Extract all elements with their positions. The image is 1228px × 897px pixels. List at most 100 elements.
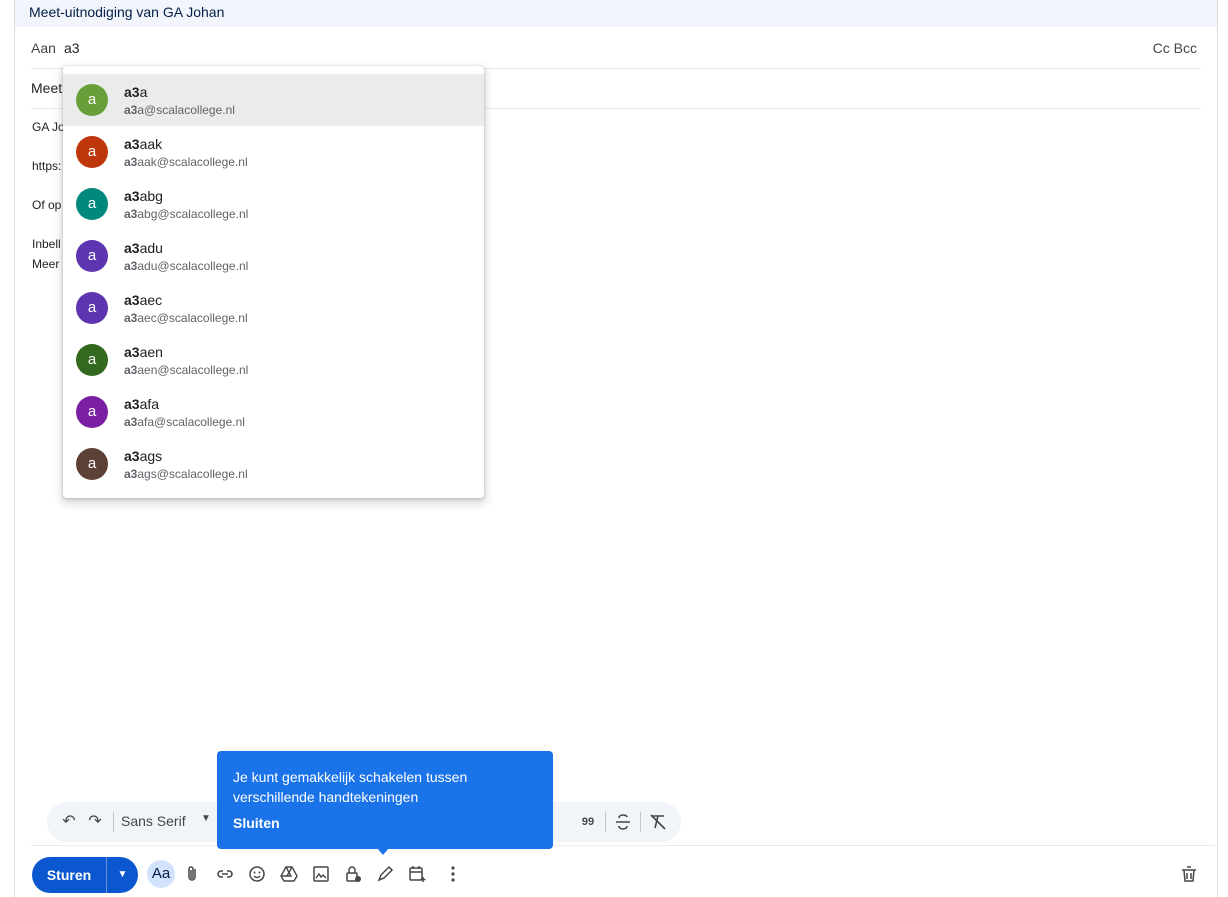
- image-icon[interactable]: [311, 864, 331, 884]
- send-button[interactable]: Sturen: [32, 857, 106, 893]
- suggestion-item[interactable]: a a3a a3a@scalacollege.nl: [63, 74, 484, 126]
- name-rest: abg: [139, 188, 163, 204]
- name-match: a3: [124, 136, 140, 152]
- suggestion-email: a3adu@scalacollege.nl: [124, 259, 248, 273]
- avatar: a: [76, 396, 108, 428]
- avatar: a: [76, 136, 108, 168]
- body-line: https:: [32, 159, 62, 173]
- avatar: a: [76, 84, 108, 116]
- toolbar-divider: [113, 812, 114, 832]
- avatar: a: [76, 240, 108, 272]
- email-rest: adu@scalacollege.nl: [137, 259, 249, 273]
- avatar: a: [76, 292, 108, 324]
- suggestion-name: a3ags: [124, 448, 162, 464]
- undo-icon[interactable]: ↶: [59, 812, 79, 832]
- more-options-icon[interactable]: [443, 864, 463, 884]
- signature-tooltip: Je kunt gemakkelijk schakelen tussen ver…: [217, 751, 553, 855]
- chevron-down-icon[interactable]: ▼: [201, 813, 211, 824]
- suggestion-item[interactable]: a a3ags a3ags@scalacollege.nl: [63, 438, 484, 490]
- toolbar-divider-line: [31, 845, 1215, 846]
- trash-icon[interactable]: [1179, 864, 1199, 884]
- schedule-event-icon[interactable]: [407, 864, 427, 884]
- email-match: a3: [124, 103, 138, 117]
- email-rest: afa@scalacollege.nl: [137, 415, 245, 429]
- name-rest: ags: [139, 448, 163, 464]
- recipients-row[interactable]: Aan a3 Cc Bcc: [31, 28, 1201, 69]
- body-line: GA Jo: [32, 120, 65, 134]
- compose-titlebar[interactable]: Meet-uitnodiging van GA Johan: [15, 0, 1217, 27]
- suggestion-name: a3a: [124, 84, 147, 100]
- email-match: a3: [124, 415, 138, 429]
- name-rest: a: [139, 84, 148, 100]
- name-rest: aec: [139, 292, 163, 308]
- suggestion-email: a3aec@scalacollege.nl: [124, 311, 248, 325]
- email-match: a3: [124, 259, 138, 273]
- email-rest: aen@scalacollege.nl: [137, 363, 249, 377]
- to-label: Aan: [31, 40, 56, 56]
- suggestion-name: a3aak: [124, 136, 162, 152]
- email-match: a3: [124, 363, 138, 377]
- avatar: a: [76, 448, 108, 480]
- suggestion-name: a3afa: [124, 396, 159, 412]
- toolbar-divider: [605, 812, 606, 832]
- email-rest: aak@scalacollege.nl: [137, 155, 248, 169]
- name-match: a3: [124, 84, 140, 100]
- redo-icon[interactable]: ↷: [85, 812, 105, 832]
- subject-input[interactable]: Meet: [31, 80, 62, 96]
- suggestion-name: a3adu: [124, 240, 163, 256]
- emoji-icon[interactable]: [247, 864, 267, 884]
- suggestion-email: a3aen@scalacollege.nl: [124, 363, 248, 377]
- tooltip-arrow: [377, 848, 389, 855]
- text-format-button[interactable]: Aa: [147, 860, 175, 888]
- suggestion-item[interactable]: a a3aak a3aak@scalacollege.nl: [63, 126, 484, 178]
- tooltip-close-button[interactable]: Sluiten: [233, 815, 280, 831]
- strikethrough-icon[interactable]: [613, 812, 633, 832]
- avatar: a: [76, 188, 108, 220]
- signature-icon[interactable]: [375, 864, 395, 884]
- suggestion-item[interactable]: a a3adu a3adu@scalacollege.nl: [63, 230, 484, 282]
- suggestion-item[interactable]: a a3aec a3aec@scalacollege.nl: [63, 282, 484, 334]
- attach-icon[interactable]: [183, 864, 203, 884]
- email-match: a3: [124, 155, 138, 169]
- recipient-suggestions-dropdown: a a3a a3a@scalacollege.nl a a3aak a3aak@scala…: [63, 66, 484, 498]
- name-rest: afa: [139, 396, 160, 412]
- suggestion-item[interactable]: a a3abg a3abg@scalacollege.nl: [63, 178, 484, 230]
- email-rest: ags@scalacollege.nl: [137, 467, 248, 481]
- remove-formatting-icon[interactable]: [648, 812, 668, 832]
- tooltip-text: Je kunt gemakkelijk schakelen tussen ver…: [233, 769, 468, 805]
- name-match: a3: [124, 396, 140, 412]
- name-match: a3: [124, 188, 140, 204]
- email-match: a3: [124, 207, 138, 221]
- name-match: a3: [124, 292, 140, 308]
- send-button-group: Sturen ▼: [32, 857, 138, 893]
- font-selector[interactable]: Sans Serif: [121, 813, 186, 829]
- body-line: Of op: [32, 198, 62, 212]
- suggestion-email: a3ags@scalacollege.nl: [124, 467, 248, 481]
- name-match: a3: [124, 240, 140, 256]
- email-rest: abg@scalacollege.nl: [137, 207, 249, 221]
- to-input[interactable]: a3: [64, 40, 80, 56]
- compose-title: Meet-uitnodiging van GA Johan: [29, 4, 225, 20]
- send-options-chevron-icon[interactable]: ▼: [107, 857, 138, 893]
- suggestion-item[interactable]: a a3aen a3aen@scalacollege.nl: [63, 334, 484, 386]
- quote-icon[interactable]: 99: [578, 812, 598, 832]
- toolbar-divider: [640, 812, 641, 832]
- link-icon[interactable]: [215, 864, 235, 884]
- suggestion-email: a3aak@scalacollege.nl: [124, 155, 248, 169]
- suggestion-name: a3aec: [124, 292, 162, 308]
- email-rest: a@scalacollege.nl: [137, 103, 235, 117]
- suggestion-email: a3afa@scalacollege.nl: [124, 415, 245, 429]
- suggestion-name: a3aen: [124, 344, 163, 360]
- cc-bcc-link[interactable]: Cc Bcc: [1153, 40, 1197, 56]
- drive-icon[interactable]: [279, 864, 299, 884]
- body-line: Inbell: [32, 237, 61, 251]
- email-rest: aec@scalacollege.nl: [137, 311, 248, 325]
- name-rest: aak: [139, 136, 163, 152]
- suggestion-email: a3abg@scalacollege.nl: [124, 207, 248, 221]
- name-match: a3: [124, 344, 140, 360]
- email-match: a3: [124, 467, 138, 481]
- name-rest: aen: [139, 344, 163, 360]
- suggestion-item[interactable]: a a3afa a3afa@scalacollege.nl: [63, 386, 484, 438]
- name-rest: adu: [139, 240, 163, 256]
- confidential-mode-icon[interactable]: [343, 864, 363, 884]
